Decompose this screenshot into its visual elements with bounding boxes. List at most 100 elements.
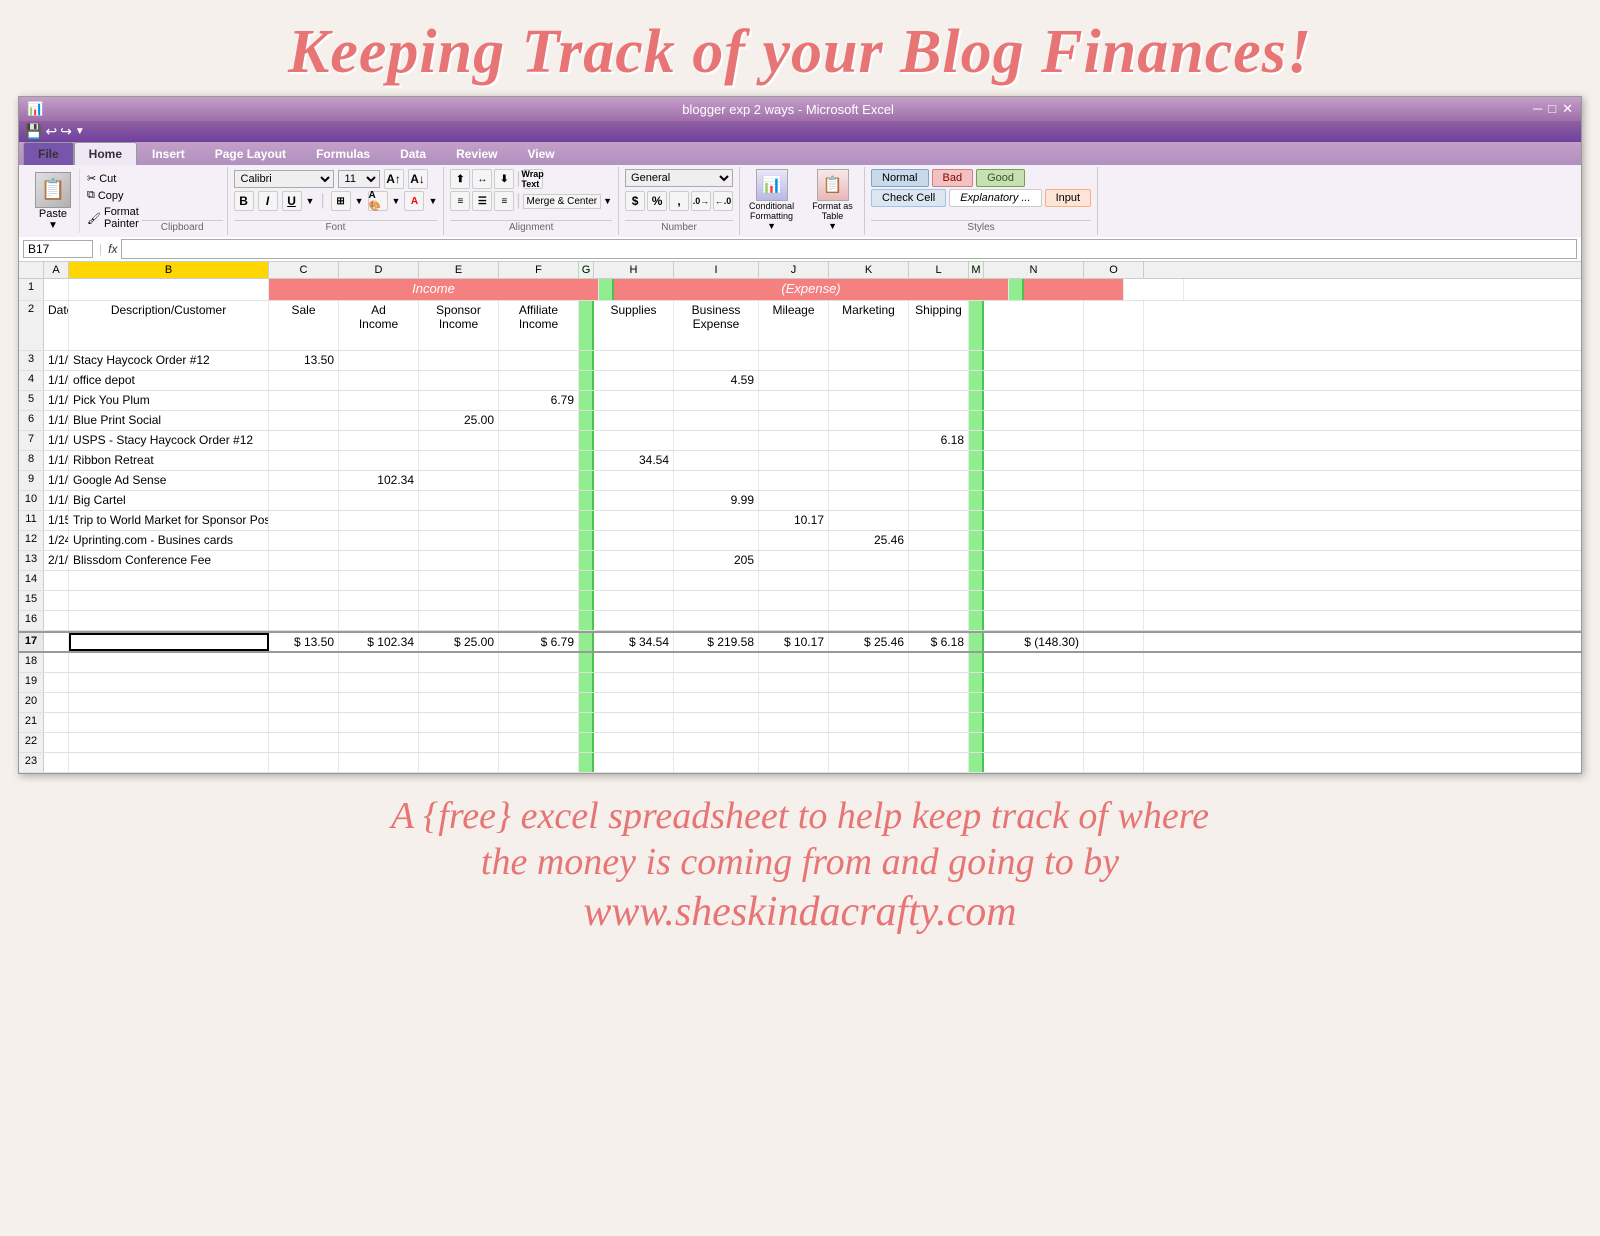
cell-3n[interactable] <box>984 351 1084 370</box>
cell-7k[interactable] <box>829 431 909 450</box>
col-header-m[interactable]: M <box>969 262 984 278</box>
col-header-b[interactable]: B <box>69 262 269 278</box>
cell-6c[interactable] <box>269 411 339 430</box>
cell-7j[interactable] <box>759 431 829 450</box>
cell-13a[interactable]: 2/1/13 <box>44 551 69 570</box>
cell-8i[interactable] <box>674 451 759 470</box>
col-header-i[interactable]: I <box>674 262 759 278</box>
align-bottom-btn[interactable]: ⬇ <box>494 169 514 189</box>
tab-page-layout[interactable]: Page Layout <box>200 142 301 165</box>
cell-4d[interactable] <box>339 371 419 390</box>
cell-11a[interactable]: 1/15/13 <box>44 511 69 530</box>
col-header-e[interactable]: E <box>419 262 499 278</box>
cell-13g[interactable] <box>579 551 594 570</box>
cell-11o[interactable] <box>1084 511 1144 530</box>
cell-4b[interactable]: office depot <box>69 371 269 390</box>
increase-font-btn[interactable]: A↑ <box>384 169 404 189</box>
cell-6d[interactable] <box>339 411 419 430</box>
cell-13l[interactable] <box>909 551 969 570</box>
cell-11n[interactable] <box>984 511 1084 530</box>
cell-2m[interactable] <box>969 301 984 350</box>
tab-review[interactable]: Review <box>441 142 512 165</box>
cell-10k[interactable] <box>829 491 909 510</box>
cell-6i[interactable] <box>674 411 759 430</box>
cell-8n[interactable] <box>984 451 1084 470</box>
merge-center-btn[interactable]: Merge & Center <box>523 194 602 209</box>
col-header-o[interactable]: O <box>1084 262 1144 278</box>
cell-11g[interactable] <box>579 511 594 530</box>
cell-9o[interactable] <box>1084 471 1144 490</box>
cell-7f[interactable] <box>499 431 579 450</box>
cell-5k[interactable] <box>829 391 909 410</box>
cell-7n[interactable] <box>984 431 1084 450</box>
cell-3f[interactable] <box>499 351 579 370</box>
cell-13b[interactable]: Blissdom Conference Fee <box>69 551 269 570</box>
cell-12k[interactable]: 25.46 <box>829 531 909 550</box>
cell-9k[interactable] <box>829 471 909 490</box>
cell-2b[interactable]: Description/Customer <box>69 301 269 350</box>
maximize-btn[interactable]: □ <box>1548 101 1556 117</box>
cell-5i[interactable] <box>674 391 759 410</box>
cell-3j[interactable] <box>759 351 829 370</box>
col-header-g[interactable]: G <box>579 262 594 278</box>
style-normal-btn[interactable]: Normal <box>871 169 928 187</box>
cell-8f[interactable] <box>499 451 579 470</box>
cell-6f[interactable] <box>499 411 579 430</box>
cell-4l[interactable] <box>909 371 969 390</box>
cell-8l[interactable] <box>909 451 969 470</box>
cell-12a[interactable]: 1/24/13 <box>44 531 69 550</box>
italic-btn[interactable]: I <box>258 191 278 211</box>
cell-6e[interactable]: 25.00 <box>419 411 499 430</box>
cell-9j[interactable] <box>759 471 829 490</box>
cell-12h[interactable] <box>594 531 674 550</box>
cell-17g[interactable] <box>579 633 594 651</box>
cell-13n[interactable] <box>984 551 1084 570</box>
cell-4m[interactable] <box>969 371 984 390</box>
cell-11k[interactable] <box>829 511 909 530</box>
cell-12j[interactable] <box>759 531 829 550</box>
redo-icon[interactable]: ↪ <box>60 123 72 140</box>
cell-8d[interactable] <box>339 451 419 470</box>
function-btn[interactable]: fx <box>108 242 117 256</box>
cell-13h[interactable] <box>594 551 674 570</box>
cell-1b[interactable] <box>69 279 269 300</box>
cell-10g[interactable] <box>579 491 594 510</box>
cell-8b[interactable]: Ribbon Retreat <box>69 451 269 470</box>
cell-5j[interactable] <box>759 391 829 410</box>
cell-11c[interactable] <box>269 511 339 530</box>
tab-view[interactable]: View <box>512 142 569 165</box>
cell-8e[interactable] <box>419 451 499 470</box>
copy-button[interactable]: ⧉ Copy <box>84 188 142 203</box>
cell-2l[interactable]: Shipping <box>909 301 969 350</box>
tab-data[interactable]: Data <box>385 142 441 165</box>
cell-2j[interactable]: Mileage <box>759 301 829 350</box>
cell-9c[interactable] <box>269 471 339 490</box>
cell-11h[interactable] <box>594 511 674 530</box>
cell-2a[interactable]: Date <box>44 301 69 350</box>
undo-icon[interactable]: ↩ <box>45 123 57 140</box>
cell-12d[interactable] <box>339 531 419 550</box>
cell-10e[interactable] <box>419 491 499 510</box>
window-controls[interactable]: ─ □ ✕ <box>1533 101 1573 117</box>
cell-13d[interactable] <box>339 551 419 570</box>
cell-5a[interactable]: 1/1/13 <box>44 391 69 410</box>
wrap-text-btn[interactable]: Wrap Text <box>523 169 543 189</box>
cut-button[interactable]: ✂ Cut <box>84 171 142 186</box>
cell-8k[interactable] <box>829 451 909 470</box>
cell-10n[interactable] <box>984 491 1084 510</box>
cell-8j[interactable] <box>759 451 829 470</box>
cell-9d[interactable]: 102.34 <box>339 471 419 490</box>
cell-5g[interactable] <box>579 391 594 410</box>
fill-dropdown[interactable]: ▼ <box>392 196 401 206</box>
cell-5b[interactable]: Pick You Plum <box>69 391 269 410</box>
col-header-l[interactable]: L <box>909 262 969 278</box>
cell-12e[interactable] <box>419 531 499 550</box>
cell-12g[interactable] <box>579 531 594 550</box>
currency-btn[interactable]: $ <box>625 191 645 211</box>
cell-12i[interactable] <box>674 531 759 550</box>
cell-4e[interactable] <box>419 371 499 390</box>
cell-3h[interactable] <box>594 351 674 370</box>
cell-4j[interactable] <box>759 371 829 390</box>
cell-5h[interactable] <box>594 391 674 410</box>
cell-12l[interactable] <box>909 531 969 550</box>
